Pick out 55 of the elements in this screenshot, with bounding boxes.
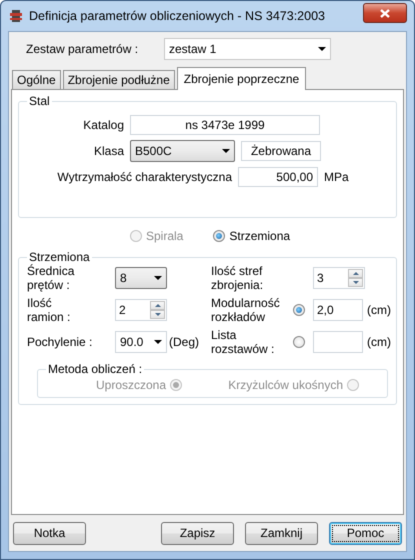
down-arrow-icon	[154, 313, 160, 316]
tab[interactable]: Zbrojenie poprzeczne	[176, 67, 306, 90]
caret-icon	[222, 149, 230, 153]
radio-label[interactable]: Strzemiona	[229, 229, 290, 243]
group-title: Strzemiona	[28, 250, 91, 264]
surface-field: Żebrowana	[241, 141, 321, 161]
unit-label: (cm)	[367, 335, 391, 349]
caret-icon	[154, 276, 162, 280]
zones-spinbox[interactable]: 3	[313, 267, 365, 289]
class-dropdown[interactable]: B500C	[130, 140, 235, 162]
dialog-button[interactable]: Pomoc	[329, 522, 402, 544]
field-label: Średnica prętów :	[27, 264, 76, 292]
dialog-button[interactable]: Zapisz	[161, 522, 234, 544]
group-title: Stal	[28, 94, 51, 108]
diameter-dropdown[interactable]: 8	[115, 267, 167, 289]
caret-icon	[154, 340, 162, 344]
field-label: Zestaw parametrów :	[26, 42, 140, 56]
app-icon	[8, 8, 24, 24]
tab[interactable]: Zbrojenie podłużne	[62, 70, 175, 89]
strength-field[interactable]: 500,00	[238, 167, 318, 187]
field-label: Klasa	[92, 144, 124, 158]
field-label: Ilość ramion :	[27, 296, 72, 324]
unit-label: (cm)	[367, 303, 391, 317]
radio-button[interactable]	[293, 304, 305, 316]
up-arrow-icon	[352, 272, 358, 275]
field-label: Wytrzymałość charakterystyczna	[56, 170, 232, 184]
tab[interactable]: Ogólne	[12, 70, 61, 89]
radio-button[interactable]	[293, 336, 305, 348]
unit-label: (Deg)	[169, 335, 200, 349]
input-field[interactable]: 2,0	[313, 299, 363, 321]
down-arrow-icon	[352, 281, 358, 284]
inclination-dropdown[interactable]: 90.0	[115, 331, 167, 353]
close-button[interactable]	[363, 3, 407, 23]
field-label: Lista rozstawów :	[211, 328, 276, 356]
spin-up-button[interactable]	[150, 301, 165, 310]
spin-down-button[interactable]	[150, 310, 165, 319]
dialog-button[interactable]: Zamknij	[245, 522, 318, 544]
radio-button[interactable]	[213, 230, 226, 242]
catalog-field: ns 3473e 1999	[130, 115, 320, 135]
input-field[interactable]	[313, 331, 363, 353]
spin-down-button[interactable]	[348, 278, 363, 287]
parameter-set-dropdown[interactable]: zestaw 1	[164, 38, 331, 60]
up-arrow-icon	[154, 304, 160, 307]
field-label: Pochylenie :	[27, 335, 94, 349]
legs-spinbox[interactable]: 2	[115, 299, 167, 321]
close-icon	[380, 8, 390, 18]
caret-icon	[318, 47, 326, 51]
unit-label: MPa	[324, 170, 349, 184]
field-label: Katalog	[82, 118, 124, 132]
dialog-button[interactable]: Notka	[13, 522, 86, 544]
field-label: Modularność rozkładów	[211, 296, 281, 324]
spin-up-button[interactable]	[348, 269, 363, 278]
field-label: Ilość stref zbrojenia:	[211, 264, 264, 292]
window-title: Definicja parametrów obliczeniowych - NS 3473:2003	[29, 9, 326, 23]
group-title: Metoda obliczeń :	[47, 362, 144, 376]
